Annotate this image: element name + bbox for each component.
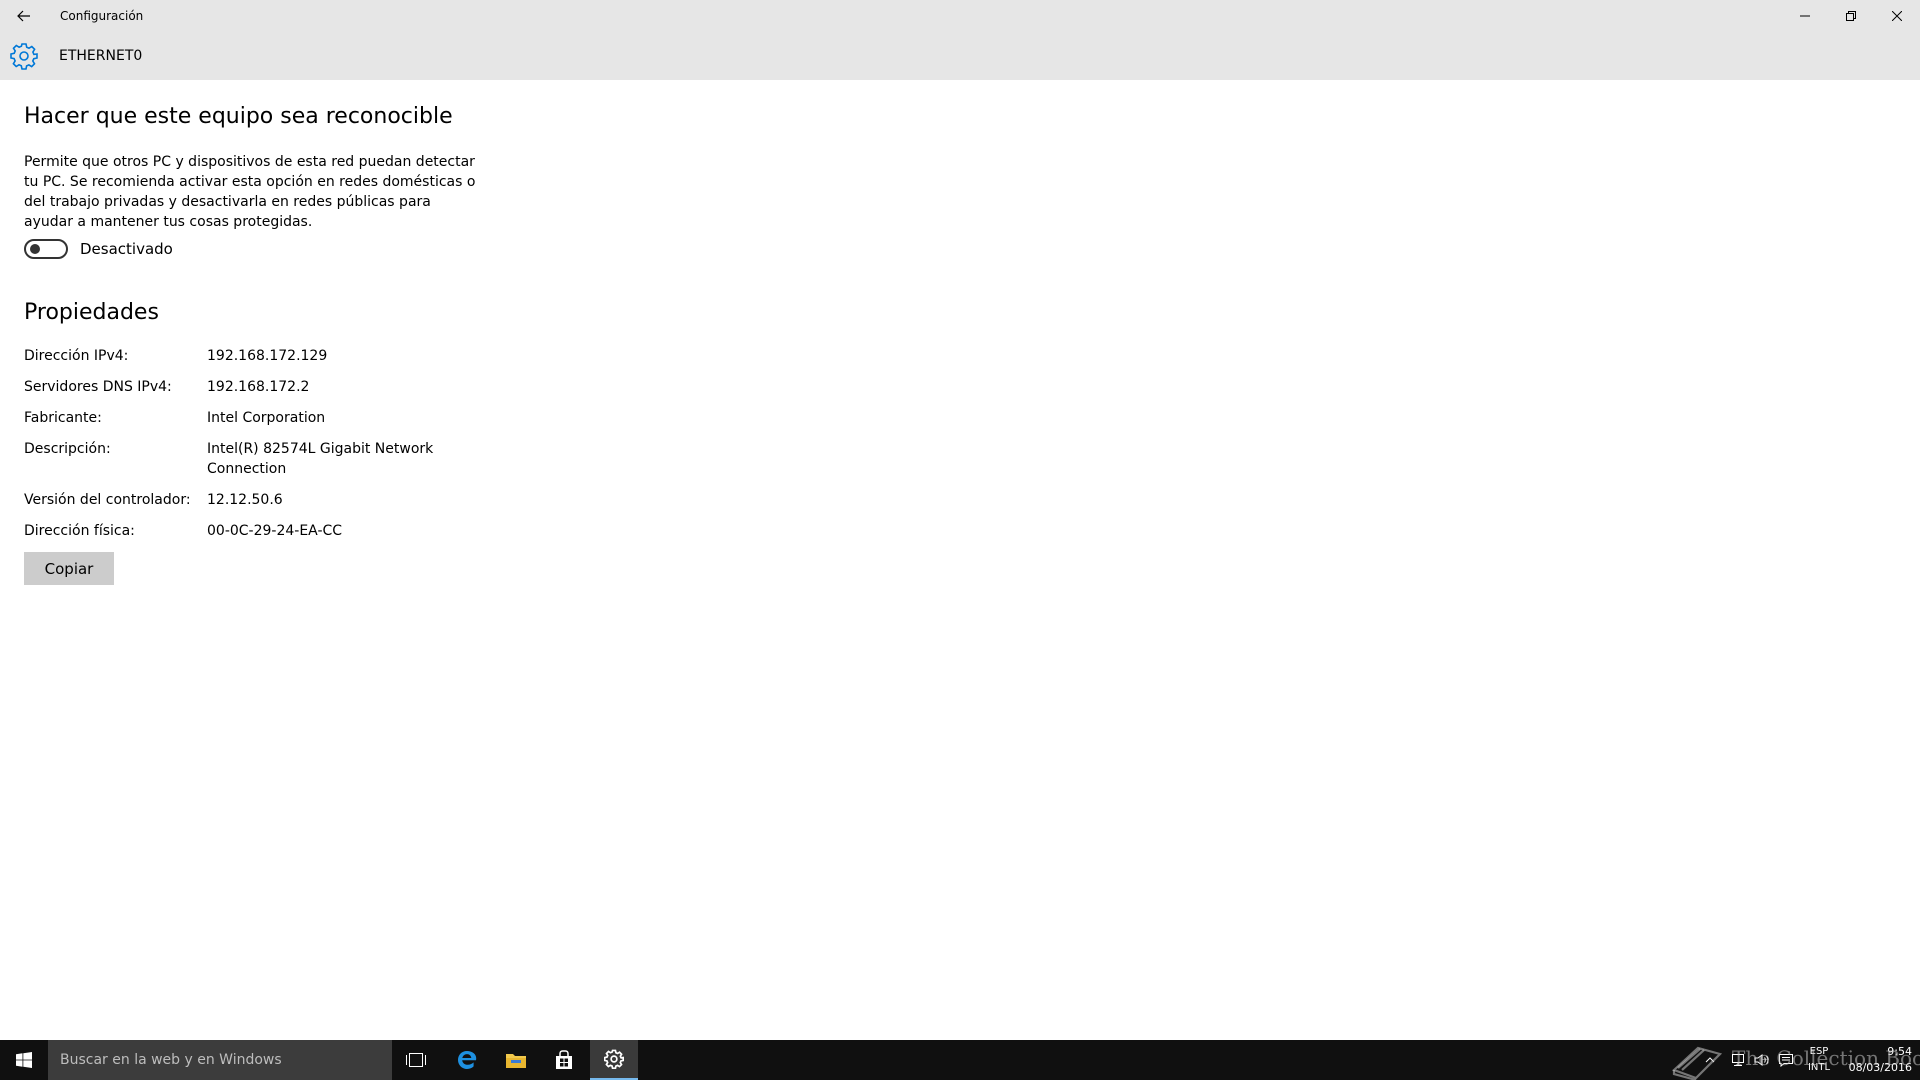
store-icon [556,1050,572,1069]
properties-list: Dirección IPv4: 192.168.172.129 Servidor… [24,346,504,552]
toggle-state-label: Desactivado [80,240,173,258]
property-value: 00-0C-29-24-EA-CC [207,523,343,539]
property-row-description: Descripción: Intel(R) 82574L Gigabit Net… [24,439,504,479]
file-explorer-icon [506,1054,526,1068]
minimize-icon [1800,15,1810,17]
toggle-knob [30,244,40,254]
search-placeholder: Buscar en la web y en Windows [60,1052,282,1068]
property-value: 192.168.172.129 [207,348,328,364]
copy-button[interactable]: Copiar [24,552,114,585]
property-row-driver-version: Versión del controlador: 12.12.50.6 [24,490,504,510]
restore-icon [1846,11,1856,21]
property-value: Intel Corporation [207,410,326,426]
restore-button[interactable] [1828,0,1874,32]
property-key: Fabricante: [24,410,102,426]
watermark: The Collection Book [1670,1040,1920,1080]
discovery-description: Permite que otros PC y dispositivos de e… [24,154,476,230]
property-row-dns: Servidores DNS IPv4: 192.168.172.2 [24,377,504,397]
taskbar: Buscar en la web y en Windows ESP INTL 9… [0,1040,1920,1080]
page-title: ETHERNET0 [59,48,143,64]
property-key: Descripción: [24,441,111,457]
taskbar-search-box[interactable]: Buscar en la web y en Windows [48,1040,392,1080]
property-row-manufacturer: Fabricante: Intel Corporation [24,408,504,428]
discovery-toggle[interactable] [24,239,68,259]
property-key: Dirección física: [24,523,135,539]
property-value: 192.168.172.2 [207,379,310,395]
property-key: Versión del controlador: [24,492,191,508]
discovery-toggle-row: Desactivado [24,238,173,260]
properties-heading: Propiedades [24,300,159,325]
edge-button[interactable] [443,1040,491,1080]
page-header: ETHERNET0 [0,32,1920,80]
watermark-text: The Collection Book [1732,1046,1920,1070]
close-icon [1892,11,1902,21]
gear-icon [10,43,38,70]
title-bar: Configuración [0,0,1920,32]
store-button[interactable] [540,1040,588,1080]
property-row-mac-address: Dirección física: 00-0C-29-24-EA-CC [24,521,504,541]
app-title: Configuración [60,9,144,23]
edge-icon [458,1051,477,1069]
settings-gear-icon [604,1049,624,1069]
minimize-button[interactable] [1782,0,1828,32]
book-logo-icon [1671,1046,1723,1080]
windows-logo-icon [16,1052,32,1068]
close-button[interactable] [1874,0,1920,32]
property-key: Servidores DNS IPv4: [24,379,172,395]
settings-taskbar-button[interactable] [590,1040,638,1080]
back-arrow-icon [17,10,30,22]
back-button[interactable] [0,0,48,32]
property-value: 12.12.50.6 [207,492,283,508]
task-view-button[interactable] [392,1040,440,1080]
file-explorer-button[interactable] [492,1040,540,1080]
start-button[interactable] [0,1040,48,1080]
discovery-heading: Hacer que este equipo sea reconocible [24,104,453,129]
task-view-icon [406,1053,426,1067]
property-key: Dirección IPv4: [24,348,129,364]
property-value: Intel(R) 82574L Gigabit Network Connecti… [207,441,434,477]
property-row-ipv4: Dirección IPv4: 192.168.172.129 [24,346,504,366]
